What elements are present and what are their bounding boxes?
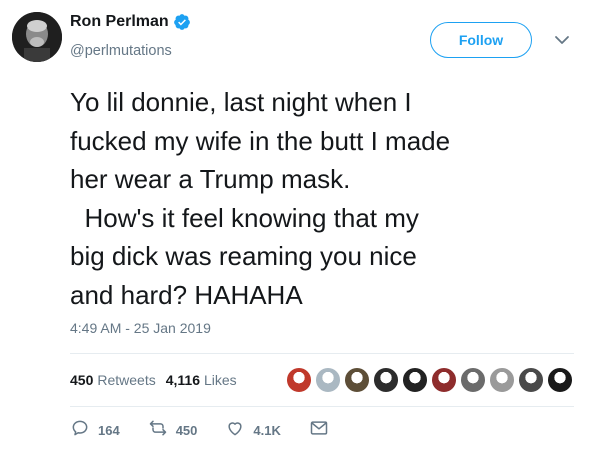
liker-avatar[interactable] bbox=[547, 367, 573, 393]
user-handle[interactable]: @perlmutations bbox=[70, 43, 172, 59]
display-name[interactable]: Ron Perlman bbox=[70, 13, 169, 31]
liker-avatar[interactable] bbox=[286, 367, 312, 393]
reply-count: 164 bbox=[98, 423, 120, 438]
liker-avatar[interactable] bbox=[402, 367, 428, 393]
likes-stat[interactable]: 4,116 Likes bbox=[166, 372, 237, 388]
liker-avatar[interactable] bbox=[518, 367, 544, 393]
name-row: Ron Perlman bbox=[70, 13, 191, 31]
verified-badge-icon bbox=[173, 13, 191, 31]
retweet-button[interactable]: 450 bbox=[148, 418, 198, 443]
likes-label: Likes bbox=[203, 372, 237, 388]
likes-count: 4,116 bbox=[165, 372, 200, 388]
direct-message-button[interactable] bbox=[309, 418, 329, 443]
reply-button[interactable]: 164 bbox=[70, 418, 120, 443]
retweet-icon bbox=[148, 418, 168, 443]
follow-button[interactable]: Follow bbox=[430, 22, 532, 58]
avatar-image bbox=[12, 12, 62, 62]
reply-icon bbox=[70, 418, 90, 443]
envelope-icon bbox=[309, 418, 329, 443]
liker-avatar[interactable] bbox=[431, 367, 457, 393]
tweet-actions: 164 450 4.1K bbox=[70, 418, 357, 443]
liker-avatar[interactable] bbox=[315, 367, 341, 393]
like-button[interactable]: 4.1K bbox=[225, 418, 281, 443]
tweet-timestamp[interactable]: 4:49 AM - 25 Jan 2019 bbox=[70, 320, 211, 336]
divider bbox=[70, 406, 574, 407]
tweet-text: Yo lil donnie, last night when I fucked … bbox=[70, 87, 451, 310]
retweets-count: 450 bbox=[70, 372, 94, 388]
liker-avatar[interactable] bbox=[460, 367, 486, 393]
retweets-stat[interactable]: 450 Retweets bbox=[70, 372, 156, 388]
tweet-stats: 450 Retweets 4,116 Likes bbox=[70, 372, 247, 388]
like-count: 4.1K bbox=[253, 423, 281, 438]
retweets-label: Retweets bbox=[97, 372, 156, 388]
tweet-card: Ron Perlman @perlmutations Follow Yo lil… bbox=[0, 0, 594, 450]
retweet-count: 450 bbox=[175, 423, 198, 438]
liker-avatar[interactable] bbox=[489, 367, 515, 393]
liker-avatar[interactable] bbox=[344, 367, 370, 393]
divider bbox=[70, 353, 574, 354]
heart-icon bbox=[225, 418, 245, 443]
chevron-down-icon[interactable] bbox=[553, 31, 571, 49]
liker-avatars bbox=[286, 367, 576, 393]
liker-avatar[interactable] bbox=[373, 367, 399, 393]
avatar[interactable] bbox=[12, 12, 62, 62]
